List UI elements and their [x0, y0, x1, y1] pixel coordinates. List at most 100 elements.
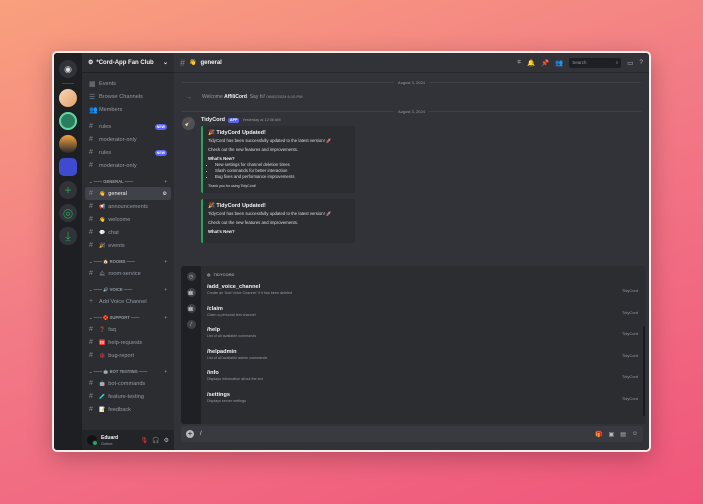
- channel-item[interactable]: # 📝 feedback: [85, 403, 171, 416]
- command-source: TidyCord: [621, 374, 638, 379]
- category-header[interactable]: ⌄ —— GENERAL —— +: [85, 176, 171, 187]
- gift-icon[interactable]: 🎁: [595, 431, 602, 438]
- author-name[interactable]: TidyCord: [201, 117, 225, 123]
- command-name: /info: [207, 370, 219, 377]
- category-header[interactable]: ⌄ —— 🔊 VOICE —— +: [85, 284, 171, 295]
- command-source: TidyCord: [621, 395, 638, 401]
- add-attachment-icon[interactable]: +: [186, 430, 194, 438]
- command-item[interactable]: /help List of all available commands TidyC…: [207, 322, 640, 344]
- channel-item[interactable]: # 🧪 feature-testing: [85, 390, 171, 403]
- add-server-icon[interactable]: +: [59, 181, 77, 199]
- search-placeholder: Search: [572, 60, 587, 65]
- bot-icon-1[interactable]: 🤖: [186, 288, 196, 297]
- message-input[interactable]: + / 🎁 ▣ ▤ ☺: [181, 426, 643, 442]
- channel-name: events: [108, 242, 125, 249]
- channel-item[interactable]: # 🛎 room-service: [85, 267, 171, 280]
- embed-title: 🎉 TidyCord Updated!: [208, 203, 266, 209]
- channel-item[interactable]: + Add Voice Channel: [85, 295, 171, 308]
- command-group-title: TIDYCORD: [213, 271, 235, 277]
- explore-icon[interactable]: ◎: [59, 204, 77, 222]
- bot-avatar[interactable]: 🧹: [182, 117, 195, 130]
- search-input[interactable]: Search ⌕: [569, 57, 622, 68]
- channel-item[interactable]: # 💬 chat: [85, 226, 171, 239]
- gif-icon[interactable]: ▣: [609, 431, 615, 438]
- channel-emoji: ❓: [99, 326, 106, 333]
- bell-icon[interactable]: 🔔: [527, 59, 535, 67]
- slash-icon[interactable]: /: [186, 320, 196, 329]
- command-name: /settings: [207, 391, 231, 398]
- command-name: /add_voice_channel: [207, 284, 261, 291]
- avatar[interactable]: [87, 435, 98, 446]
- add-channel-icon[interactable]: +: [165, 259, 167, 264]
- clock-icon[interactable]: ◷: [186, 272, 196, 281]
- channel-item[interactable]: # 👋 general ⚙: [85, 187, 171, 200]
- headphones-icon[interactable]: 🎧: [152, 437, 159, 444]
- hash-icon: #: [89, 203, 93, 210]
- command-item[interactable]: /claim Claim a personal text channel TidyC…: [207, 301, 640, 323]
- inbox-icon[interactable]: ▭: [627, 59, 633, 67]
- hash-icon: #: [89, 229, 93, 236]
- channel-item[interactable]: # 👋 welcome: [85, 213, 171, 226]
- sidebar-item-label: Browse Channels: [99, 93, 143, 100]
- add-channel-icon[interactable]: +: [165, 315, 167, 320]
- update-embed: 🎉 TidyCord Updated! TidyCord has been su…: [201, 199, 355, 243]
- channel-emoji: 📢: [99, 203, 106, 210]
- mute-mic-icon[interactable]: 🎙: [141, 437, 149, 444]
- scrollbar[interactable]: [643, 326, 645, 416]
- category-header[interactable]: ⌄ —— 🏠 ROOMS —— +: [85, 256, 171, 267]
- channel-list: ▦ Events ☰ Browse Channels 👥 Members # rules NEW…: [82, 73, 174, 420]
- sidebar-item-events[interactable]: ▦ Events: [85, 77, 171, 90]
- server-avatar-2[interactable]: [59, 112, 77, 130]
- welcome-text: Welcome AffiliCord. Say hi! 08/02/2024 6…: [202, 94, 303, 100]
- plus-icon: +: [89, 298, 94, 305]
- server-avatar-4[interactable]: [59, 158, 77, 176]
- command-source: TidyCord: [621, 331, 638, 336]
- members-icon[interactable]: 👥: [555, 59, 563, 67]
- embed-heading: What's New?: [208, 229, 235, 234]
- channel-item[interactable]: # 📢 announcements: [85, 200, 171, 213]
- channel-item[interactable]: # rules NEW: [85, 120, 171, 133]
- gear-icon[interactable]: ⚙: [164, 437, 169, 444]
- channel-item[interactable]: # rules NEW: [85, 146, 171, 159]
- message-input-value[interactable]: /: [200, 431, 202, 437]
- command-item[interactable]: /info Displays information about the bot T…: [207, 365, 640, 387]
- chevron-down-icon: ⌄: [162, 60, 168, 66]
- bot-icon-2[interactable]: 🤖: [186, 304, 196, 313]
- channel-item[interactable]: # 🎉 events: [85, 239, 171, 252]
- channel-item[interactable]: # 🐞 bug-report: [85, 349, 171, 362]
- category-header[interactable]: ⌄ —— 🤖 BOT TESTING —— +: [85, 366, 171, 377]
- add-channel-icon[interactable]: +: [165, 287, 167, 292]
- channel-item[interactable]: # moderator-only: [85, 159, 171, 172]
- sticker-icon[interactable]: ▤: [620, 431, 626, 438]
- server-avatar-1[interactable]: [59, 89, 77, 107]
- command-item[interactable]: /add_voice_channel Create an 'Add Voice C…: [207, 279, 640, 301]
- server-header[interactable]: ⚙ *Cord-App Fan Club ⌄: [82, 53, 174, 73]
- add-channel-icon[interactable]: +: [165, 369, 167, 374]
- invite-icon[interactable]: ⚙: [163, 191, 167, 197]
- download-icon[interactable]: ⤓: [59, 227, 77, 245]
- help-icon[interactable]: ?: [639, 59, 643, 66]
- channel-item[interactable]: # 🤖 bot-commands: [85, 377, 171, 390]
- channel-item[interactable]: # moderator-only: [85, 133, 171, 146]
- channel-name: rules: [99, 123, 112, 130]
- add-channel-icon[interactable]: +: [165, 179, 167, 184]
- message-time: Yesterday at 12:06 AM: [242, 118, 281, 122]
- hash-icon: #: [89, 216, 93, 223]
- category-header[interactable]: ⌄ —— 🛟 SUPPORT —— +: [85, 312, 171, 323]
- command-item[interactable]: /settings Displays server settings TidyCor…: [207, 387, 640, 409]
- command-description: Displays server settings: [207, 398, 246, 403]
- sidebar-item-members[interactable]: 👥 Members: [85, 103, 171, 116]
- command-item[interactable]: /helpadmin List of all available admin co…: [207, 344, 640, 366]
- server-avatar-3[interactable]: [59, 135, 77, 153]
- pin-icon[interactable]: 📌: [541, 59, 549, 67]
- hash-icon: #: [180, 57, 186, 68]
- embed-line: TidyCord has been successfully updated t…: [208, 138, 332, 143]
- emoji-icon[interactable]: ☺: [632, 431, 638, 438]
- threads-icon[interactable]: ⌗: [517, 59, 521, 67]
- sidebar-item-browse-channels[interactable]: ☰ Browse Channels: [85, 90, 171, 103]
- home-icon[interactable]: ◉: [59, 60, 77, 78]
- hash-icon: #: [89, 270, 93, 277]
- channel-item[interactable]: # 🆘 help-requests: [85, 336, 171, 349]
- channel-item[interactable]: # ❓ faq: [85, 323, 171, 336]
- channel-emoji: 🛎: [99, 270, 106, 277]
